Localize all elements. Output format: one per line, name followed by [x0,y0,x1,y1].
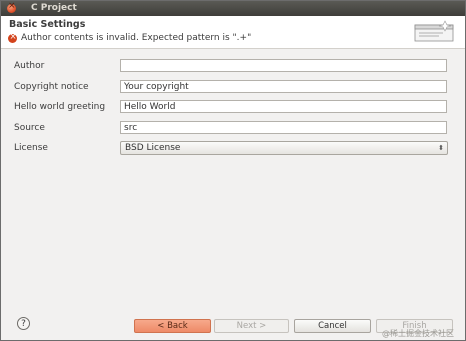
wizard-header: Basic Settings Author contents is invali… [1,16,465,49]
copyright-input[interactable]: Your copyright [120,80,447,93]
watermark-text: @稀土掘金技术社区 [382,329,454,338]
source-label: Source [14,123,45,133]
greeting-input[interactable]: Hello World [120,100,447,113]
close-window-button[interactable] [7,1,16,13]
license-select[interactable]: BSD License ⬍ [120,141,448,155]
license-selected-value: BSD License [125,143,181,153]
next-button[interactable]: Next > [214,319,289,333]
chevron-updown-icon: ⬍ [438,144,444,152]
source-input[interactable]: src [120,121,447,134]
window-title: C Project [31,3,77,13]
wizard-banner-icon [414,20,454,42]
copyright-label: Copyright notice [14,82,89,92]
page-title: Basic Settings [9,19,86,30]
error-icon [8,32,17,43]
help-button[interactable]: ? [17,317,30,330]
author-label: Author [14,61,45,71]
back-button[interactable]: < Back [134,319,211,333]
author-input[interactable] [120,59,447,72]
greeting-label: Hello world greeting [14,102,106,112]
dialog-window: C Project Basic Settings Author contents… [0,0,466,341]
error-message: Author contents is invalid. Expected pat… [21,33,252,43]
title-bar: C Project [1,1,465,16]
license-label: License [14,143,48,153]
cancel-button[interactable]: Cancel [294,319,371,333]
greeting-row: Hello world greeting Hello World [1,100,465,116]
copyright-row: Copyright notice Your copyright [1,80,465,96]
license-row: License BSD License ⬍ [1,141,465,157]
author-row: Author [1,59,465,75]
source-row: Source src [1,121,465,137]
